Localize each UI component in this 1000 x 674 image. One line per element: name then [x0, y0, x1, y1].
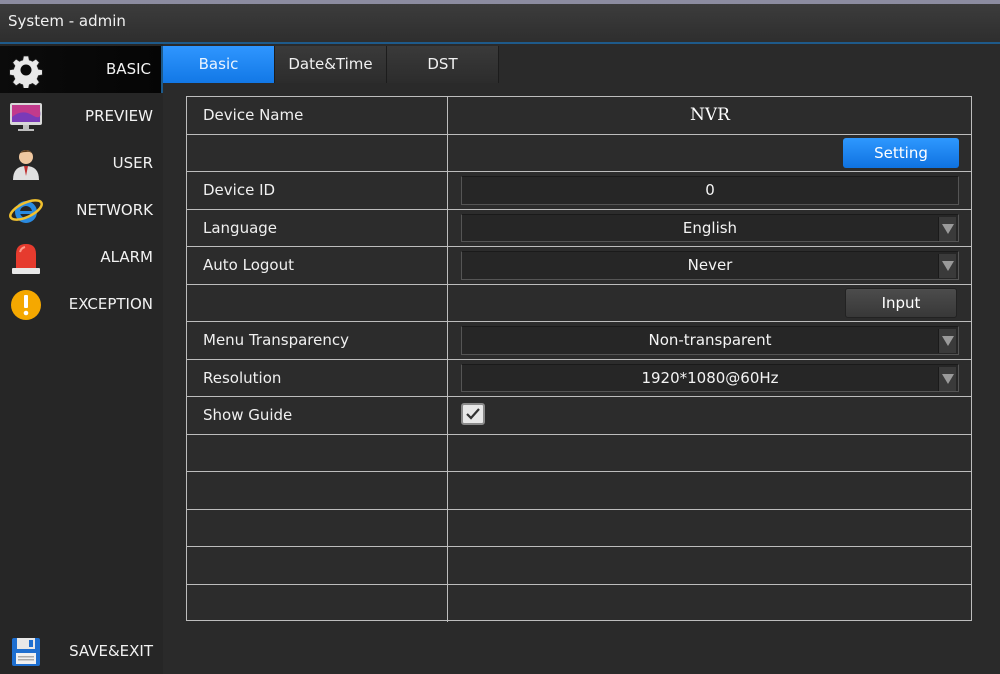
- tab-dst[interactable]: DST: [387, 46, 499, 83]
- sidebar-item-alarm[interactable]: ALARM: [0, 234, 163, 281]
- sidebar-item-label: USER: [112, 154, 153, 172]
- save-exit-button[interactable]: SAVE&EXIT: [0, 628, 163, 674]
- resolution-select[interactable]: 1920*1080@60Hz: [461, 363, 959, 392]
- form-row-empty: [187, 472, 971, 510]
- form-row-empty: [187, 547, 971, 585]
- title-bar: System - admin: [0, 0, 1000, 44]
- dropdown-arrow-icon[interactable]: [938, 254, 956, 278]
- form-row-resolution: Resolution 1920*1080@60Hz: [187, 359, 971, 397]
- form-row-input: Input: [187, 284, 971, 322]
- sidebar: BASIC PREVIEW USER NETWORK ALARM EXCEPTI…: [0, 44, 163, 674]
- resolution-value: 1920*1080@60Hz: [641, 368, 779, 387]
- tab-date-time[interactable]: Date&Time: [275, 46, 387, 83]
- input-button[interactable]: Input: [845, 287, 957, 318]
- settings-form: Device Name NVR Setting Device ID 0 Lang…: [186, 96, 972, 622]
- form-row-show-guide: Show Guide: [187, 397, 971, 435]
- checkmark-icon: [466, 408, 480, 420]
- gear-icon: [9, 55, 43, 88]
- resolution-label: Resolution: [187, 359, 448, 396]
- device-id-value: 0: [705, 181, 715, 200]
- network-icon: [9, 199, 43, 223]
- form-row-device-id: Device ID 0: [187, 172, 971, 210]
- device-id-label: Device ID: [187, 172, 448, 209]
- setting-button[interactable]: Setting: [843, 137, 959, 168]
- monitor-icon: [10, 103, 42, 131]
- tab-basic[interactable]: Basic: [163, 46, 275, 83]
- device-id-input[interactable]: 0: [461, 176, 959, 205]
- show-guide-checkbox[interactable]: [461, 403, 485, 425]
- sidebar-item-network[interactable]: NETWORK: [0, 187, 163, 234]
- form-row-empty: [187, 509, 971, 547]
- sidebar-item-user[interactable]: USER: [0, 140, 163, 187]
- form-row-auto-logout: Auto Logout Never: [187, 247, 971, 285]
- sidebar-item-exception[interactable]: EXCEPTION: [0, 281, 163, 328]
- sidebar-item-label: EXCEPTION: [68, 295, 153, 313]
- sidebar-item-preview[interactable]: PREVIEW: [0, 93, 163, 140]
- window-title: System - admin: [8, 12, 126, 30]
- menu-transparency-select[interactable]: Non-transparent: [461, 326, 959, 355]
- tab-bar: Basic Date&Time DST: [163, 46, 499, 83]
- show-guide-label: Show Guide: [187, 397, 448, 434]
- dropdown-arrow-icon[interactable]: [938, 329, 956, 353]
- form-row-menu-transparency: Menu Transparency Non-transparent: [187, 322, 971, 360]
- sidebar-item-label: BASIC: [106, 60, 151, 78]
- language-select[interactable]: English: [461, 213, 959, 242]
- save-exit-label: SAVE&EXIT: [69, 642, 153, 660]
- form-row-setting: Setting: [187, 134, 971, 172]
- warning-icon: [11, 290, 41, 320]
- form-row-empty: [187, 584, 971, 622]
- dropdown-arrow-icon[interactable]: [938, 366, 956, 391]
- device-name-value[interactable]: NVR: [449, 97, 971, 134]
- auto-logout-value: Never: [687, 256, 733, 275]
- sidebar-item-label: PREVIEW: [85, 107, 153, 125]
- menu-transparency-value: Non-transparent: [648, 331, 772, 350]
- user-icon: [13, 150, 39, 180]
- floppy-disk-icon: [12, 638, 40, 666]
- sidebar-item-label: ALARM: [100, 248, 153, 266]
- form-row-language: Language English: [187, 209, 971, 247]
- menu-transparency-label: Menu Transparency: [187, 322, 448, 359]
- form-row-empty: [187, 434, 971, 472]
- dropdown-arrow-icon[interactable]: [938, 216, 956, 241]
- auto-logout-label: Auto Logout: [187, 247, 448, 284]
- device-name-label: Device Name: [187, 97, 448, 134]
- sidebar-item-basic[interactable]: BASIC: [0, 46, 163, 93]
- language-label: Language: [187, 209, 448, 246]
- language-value: English: [682, 218, 738, 237]
- form-row-device-name: Device Name NVR: [187, 97, 971, 135]
- auto-logout-select[interactable]: Never: [461, 251, 959, 280]
- alarm-light-icon: [12, 244, 40, 274]
- sidebar-item-label: NETWORK: [76, 201, 153, 219]
